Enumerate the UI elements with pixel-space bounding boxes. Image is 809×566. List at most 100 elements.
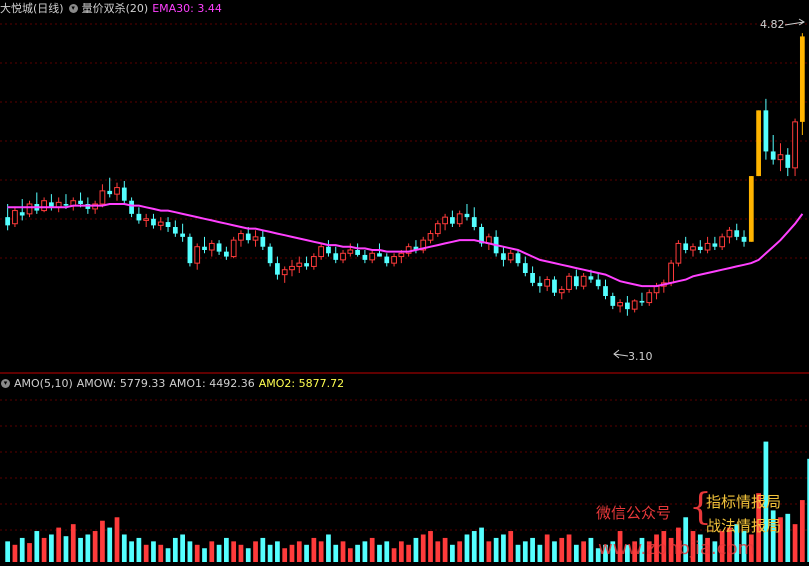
candle-body <box>326 246 331 254</box>
candle <box>281 266 288 283</box>
candle-body <box>625 302 630 310</box>
candle <box>12 207 18 227</box>
candle <box>748 176 754 242</box>
candle <box>143 213 150 227</box>
amo-bar <box>187 541 193 562</box>
candle <box>194 243 201 270</box>
amo-bar <box>180 534 185 562</box>
candle <box>41 197 47 213</box>
candle <box>202 236 207 254</box>
amo-bar <box>479 527 484 562</box>
candle-body <box>107 190 113 195</box>
candle-body <box>697 246 703 250</box>
candle-body <box>245 233 251 241</box>
amo-bar <box>428 531 433 562</box>
amo-bar <box>238 544 244 562</box>
candle-body <box>552 279 557 293</box>
candle-body <box>19 212 25 216</box>
amo-bar <box>435 541 441 562</box>
candle <box>726 227 733 244</box>
candle-body <box>792 121 798 169</box>
candle <box>434 220 441 237</box>
candle-body <box>238 233 244 241</box>
low-price-label: 3.10 <box>628 350 653 363</box>
candle-body <box>377 253 382 257</box>
candle <box>741 230 747 247</box>
candle-body <box>537 282 543 287</box>
amo-bar <box>85 534 91 562</box>
candle-body <box>450 217 455 224</box>
candle-body <box>456 213 463 225</box>
amo-bar <box>267 544 273 562</box>
amo-bar <box>49 534 54 562</box>
candle-body <box>230 239 237 258</box>
candle-body <box>610 296 616 306</box>
amo-bar <box>143 544 149 562</box>
candle-body <box>683 243 689 250</box>
amo-bar <box>172 537 178 562</box>
ema30-line <box>7 203 804 288</box>
candle-body <box>180 233 185 237</box>
amo2-value: AMO2: 5877.72 <box>258 376 345 390</box>
candle-body <box>507 252 514 261</box>
candle-body <box>646 292 653 304</box>
price-grid <box>0 23 809 259</box>
candle <box>552 276 557 296</box>
candle-body <box>12 210 18 225</box>
candle <box>719 233 726 250</box>
candle <box>530 266 535 287</box>
candle <box>92 200 99 214</box>
candle-body <box>136 213 142 221</box>
candle <box>646 289 653 306</box>
candle-body <box>355 250 360 255</box>
candle-body <box>333 253 339 260</box>
indicator-name[interactable]: 量价双杀(20) <box>82 0 149 16</box>
settings-dropdown-icon[interactable]: ▾ <box>1 378 10 388</box>
candle-body <box>427 233 434 241</box>
amo-bar <box>362 541 368 562</box>
candle-body <box>384 256 390 264</box>
candle <box>180 223 185 242</box>
candle <box>289 259 295 277</box>
amo-bar <box>340 541 346 562</box>
amo-bar <box>275 541 280 562</box>
candle <box>704 236 711 254</box>
candle <box>734 223 740 241</box>
candle-body <box>391 256 397 264</box>
candle-body <box>78 200 83 204</box>
amo-bar <box>522 541 528 562</box>
candle <box>617 299 623 313</box>
candle-body <box>558 288 565 294</box>
candle <box>99 184 106 208</box>
amo-bar <box>406 544 412 562</box>
amo-bar <box>333 544 339 562</box>
candle <box>493 230 499 257</box>
amo-bar <box>501 534 506 562</box>
candle-body <box>224 251 229 257</box>
candle <box>507 250 514 264</box>
high-price-marker: 4.82 <box>760 18 805 31</box>
watermark-wechat: 微信公众号 <box>596 504 672 522</box>
candle-body <box>464 213 470 218</box>
amo-bar <box>304 544 309 562</box>
candle <box>70 197 77 211</box>
candle-body <box>340 252 346 261</box>
chart-canvas[interactable]: 4.82 3.10 <box>0 0 809 566</box>
amo-indicator-name[interactable]: AMO(5,10) <box>14 377 73 390</box>
amo-bar <box>12 544 18 562</box>
amo-bar <box>471 531 477 562</box>
candle <box>777 143 784 172</box>
amo-bar <box>282 548 288 562</box>
amo-bar <box>121 534 127 562</box>
candle-body <box>741 236 747 242</box>
candle <box>471 207 477 231</box>
settings-dropdown-icon[interactable]: ▾ <box>68 3 78 13</box>
candle-body <box>304 263 309 267</box>
amo-bar <box>566 534 572 562</box>
candle-body <box>580 275 587 287</box>
candle <box>129 197 134 218</box>
stock-name[interactable]: 大悦城(日线) <box>0 0 64 16</box>
candle <box>384 253 390 267</box>
amo-bar <box>165 548 171 562</box>
candle-body <box>726 229 733 238</box>
